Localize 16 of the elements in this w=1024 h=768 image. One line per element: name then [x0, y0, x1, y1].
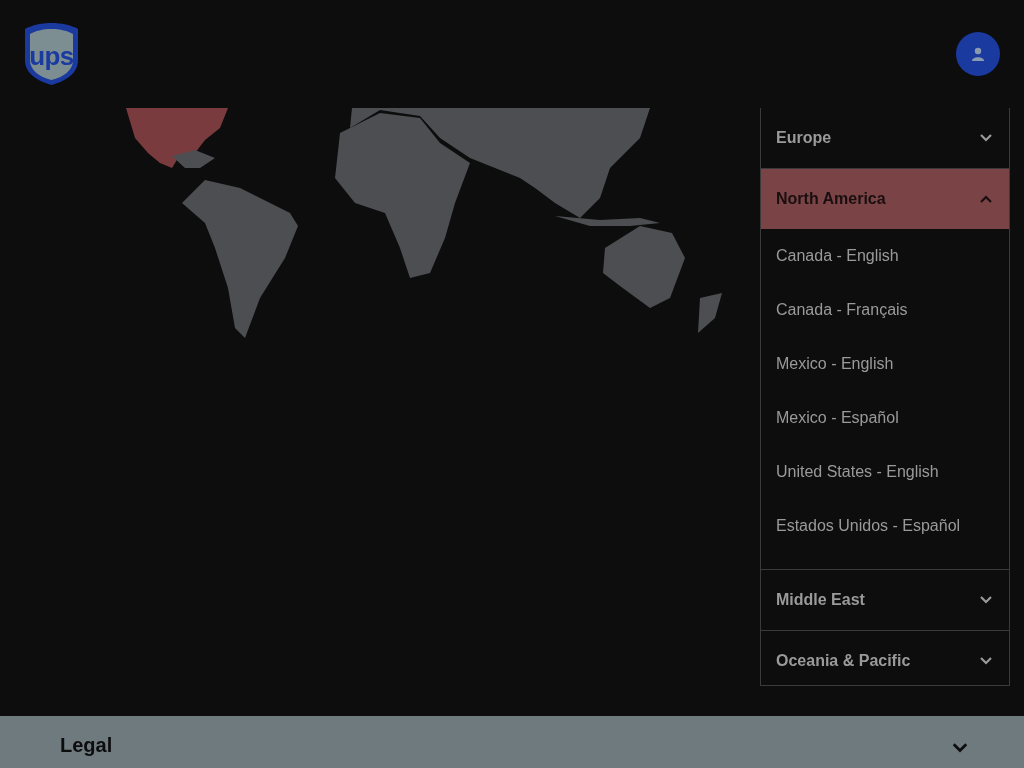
chevron-down-icon: [980, 134, 992, 142]
region-header[interactable]: Europe: [761, 108, 1009, 168]
country-link[interactable]: Estados Unidos - Español: [761, 499, 1009, 553]
chevron-down-icon: [952, 743, 968, 753]
country-link[interactable]: United States - English: [761, 445, 1009, 499]
country-link[interactable]: Mexico - English: [761, 337, 1009, 391]
country-link[interactable]: Canada - Français: [761, 283, 1009, 337]
country-link[interactable]: Canada - English: [761, 229, 1009, 283]
region-header[interactable]: Oceania & Pacific: [761, 631, 1009, 691]
country-link[interactable]: Mexico - Español: [761, 391, 1009, 445]
chevron-down-icon: [980, 657, 992, 665]
person-icon: [971, 47, 985, 61]
account-button[interactable]: [956, 32, 1000, 76]
chevron-up-icon: [980, 195, 992, 203]
region-header[interactable]: Middle East: [761, 570, 1009, 630]
chevron-down-icon: [980, 596, 992, 604]
